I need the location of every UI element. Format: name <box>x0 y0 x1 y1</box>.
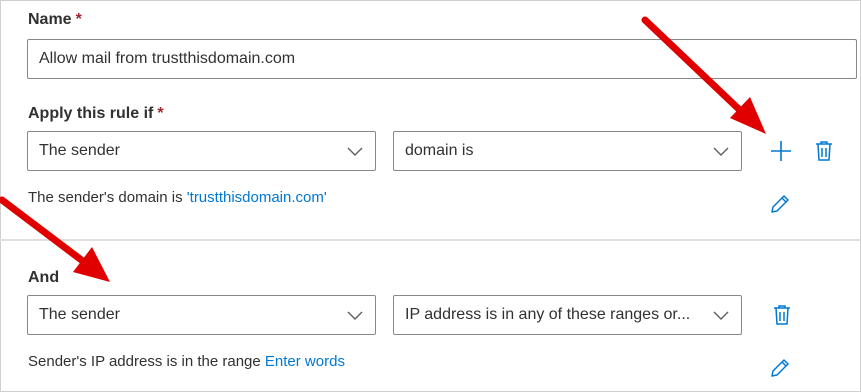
condition-value-link[interactable]: 'trustthisdomain.com' <box>187 189 327 206</box>
and-subject-dropdown[interactable]: The sender <box>27 295 376 335</box>
trash-icon[interactable] <box>815 140 833 161</box>
condition-predicate-value: domain is <box>405 142 474 159</box>
chevron-down-icon <box>713 147 729 156</box>
trash-icon[interactable] <box>773 304 791 325</box>
plus-icon[interactable] <box>770 140 792 162</box>
apply-rule-if-label: Apply this rule if * <box>28 105 164 122</box>
chevron-down-icon <box>347 147 363 156</box>
condition-subject-dropdown[interactable]: The sender <box>27 131 376 171</box>
rule-name-input[interactable]: Allow mail from trustthisdomain.com <box>27 39 857 79</box>
and-label: And <box>28 269 60 286</box>
condition-predicate-dropdown[interactable]: domain is <box>393 131 742 171</box>
enter-words-link[interactable]: Enter words <box>265 353 345 370</box>
chevron-down-icon <box>713 311 729 320</box>
and-condition-description: Sender's IP address is in the range Ente… <box>28 353 345 370</box>
name-label: Name * <box>28 11 82 28</box>
pencil-icon[interactable] <box>770 194 790 214</box>
chevron-down-icon <box>347 311 363 320</box>
and-subject-value: The sender <box>39 306 120 323</box>
required-mark: * <box>157 105 164 122</box>
section-divider <box>0 239 861 241</box>
required-mark: * <box>75 11 82 28</box>
rule-name-value: Allow mail from trustthisdomain.com <box>39 50 296 67</box>
condition-subject-value: The sender <box>39 142 120 159</box>
condition-description: The sender's domain is 'trustthisdomain.… <box>28 189 327 206</box>
and-predicate-value: IP address is in any of these ranges or.… <box>405 306 691 323</box>
and-predicate-dropdown[interactable]: IP address is in any of these ranges or.… <box>393 295 742 335</box>
pencil-icon[interactable] <box>770 358 790 378</box>
